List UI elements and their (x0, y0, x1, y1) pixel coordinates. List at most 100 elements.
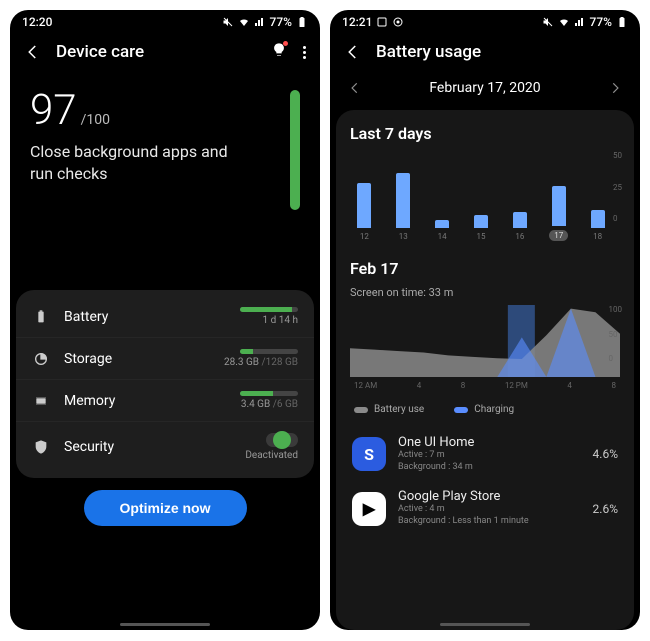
today-chart[interactable]: 100500 (350, 305, 620, 377)
legend: Battery use Charging (350, 398, 620, 427)
status-battery-pct: 77% (590, 15, 612, 29)
status-time: 12:21 (342, 15, 372, 29)
back-icon[interactable] (24, 43, 42, 61)
page-title: Battery usage (376, 42, 626, 62)
storage-total: /128 GB (261, 357, 298, 368)
app-name: One UI Home (398, 435, 581, 450)
status-icon (392, 16, 404, 28)
app-icon: S (352, 437, 386, 471)
score-value: 97 (30, 86, 77, 135)
score-bar (290, 90, 300, 210)
bar (591, 210, 605, 228)
bar-label: 17 (549, 230, 568, 241)
legend-battery: Battery use (374, 404, 424, 415)
bar-col[interactable]: 12 (350, 183, 379, 241)
bar-col[interactable]: 14 (428, 220, 457, 241)
security-toggle[interactable] (266, 433, 298, 447)
wifi-icon (558, 16, 570, 28)
app-pct: 4.6% (593, 447, 618, 461)
shield-icon (32, 438, 50, 456)
wifi-icon (238, 16, 250, 28)
battery-icon (296, 16, 308, 28)
status-bar: 12:20 77% (10, 10, 320, 34)
next-date-icon[interactable] (608, 81, 622, 95)
nav-indicator (440, 623, 530, 626)
storage-icon (32, 350, 50, 368)
bar-label: 18 (593, 232, 602, 241)
status-time: 12:20 (22, 15, 52, 29)
legend-charging: Charging (474, 404, 514, 415)
security-status: Deactivated (245, 450, 298, 461)
nav-indicator (120, 623, 210, 626)
bar (435, 220, 449, 228)
status-icon (376, 16, 388, 28)
usage-panel: Last 7 days 1213141516171850250 Feb 17 S… (336, 110, 634, 630)
score-denom: /100 (81, 112, 110, 128)
back-icon[interactable] (344, 43, 362, 61)
battery-icon (32, 308, 50, 326)
bar-col[interactable]: 18 (583, 210, 612, 241)
bar-label: 13 (399, 232, 408, 241)
signal-icon (574, 16, 586, 28)
app-icon: ▶ (352, 492, 386, 526)
bar (552, 186, 566, 226)
app-row[interactable]: ▶ Google Play StoreActive : 4 mBackground… (350, 481, 620, 535)
bar-col[interactable]: 17 (544, 186, 573, 241)
bar (357, 183, 371, 228)
bar-label: 15 (477, 232, 486, 241)
today-title: Feb 17 (350, 259, 620, 278)
bar (396, 173, 410, 228)
memory-icon (32, 392, 50, 410)
last7-chart[interactable]: 1213141516171850250 (350, 151, 620, 241)
bar-col[interactable]: 15 (467, 215, 496, 241)
memory-total: /6 GB (273, 399, 298, 410)
storage-used: 28.3 GB (224, 357, 259, 368)
app-active: Active : 4 m (398, 504, 581, 516)
prev-date-icon[interactable] (348, 81, 362, 95)
score-area: 97 /100 Close background apps and run ch… (10, 70, 320, 220)
date-label: February 17, 2020 (429, 80, 540, 96)
app-active: Active : 7 m (398, 450, 581, 462)
app-pct: 2.6% (593, 502, 618, 516)
app-name: Google Play Store (398, 489, 581, 504)
device-care-screen: 12:20 77% Device care 97 /100 Close back… (10, 10, 320, 630)
status-battery-pct: 77% (270, 15, 292, 29)
app-row[interactable]: S One UI HomeActive : 7 mBackground : 34 … (350, 427, 620, 481)
storage-label: Storage (64, 351, 210, 367)
bar-label: 14 (438, 232, 447, 241)
battery-icon (616, 16, 628, 28)
bar (513, 212, 527, 228)
battery-row[interactable]: Battery 1 d 14 h (16, 296, 314, 337)
header: Battery usage (330, 34, 640, 70)
battery-usage-screen: 12:21 77% Battery usage February 17, 202… (330, 10, 640, 630)
battery-label: Battery (64, 309, 226, 325)
storage-row[interactable]: Storage 28.3 GB /128 GB (16, 337, 314, 379)
optimize-button[interactable]: Optimize now (84, 490, 247, 526)
bar-col[interactable]: 13 (389, 173, 418, 241)
tips-icon[interactable] (271, 42, 287, 62)
bar (474, 215, 488, 228)
app-background: Background : Less than 1 minute (398, 516, 581, 528)
screen-on-time: Screen on time: 33 m (350, 286, 620, 299)
signal-icon (254, 16, 266, 28)
mute-icon (542, 16, 554, 28)
score-message: Close background apps and run checks (30, 141, 240, 184)
header: Device care (10, 34, 320, 70)
app-background: Background : 34 m (398, 462, 581, 474)
memory-row[interactable]: Memory 3.4 GB /6 GB (16, 379, 314, 421)
security-label: Security (64, 439, 231, 455)
memory-used: 3.4 GB (241, 399, 270, 410)
page-title: Device care (56, 42, 257, 62)
battery-time: 1 d 14 h (263, 315, 298, 326)
memory-label: Memory (64, 393, 226, 409)
bar-label: 16 (515, 232, 524, 241)
security-row[interactable]: Security Deactivated (16, 421, 314, 472)
last7-title: Last 7 days (350, 124, 620, 143)
more-icon[interactable] (303, 46, 306, 59)
mute-icon (222, 16, 234, 28)
cards-panel: Battery 1 d 14 h Storage 28.3 GB /128 GB… (16, 290, 314, 478)
bar-label: 12 (360, 232, 369, 241)
status-bar: 12:21 77% (330, 10, 640, 34)
date-nav: February 17, 2020 (330, 70, 640, 106)
bar-col[interactable]: 16 (505, 212, 534, 241)
